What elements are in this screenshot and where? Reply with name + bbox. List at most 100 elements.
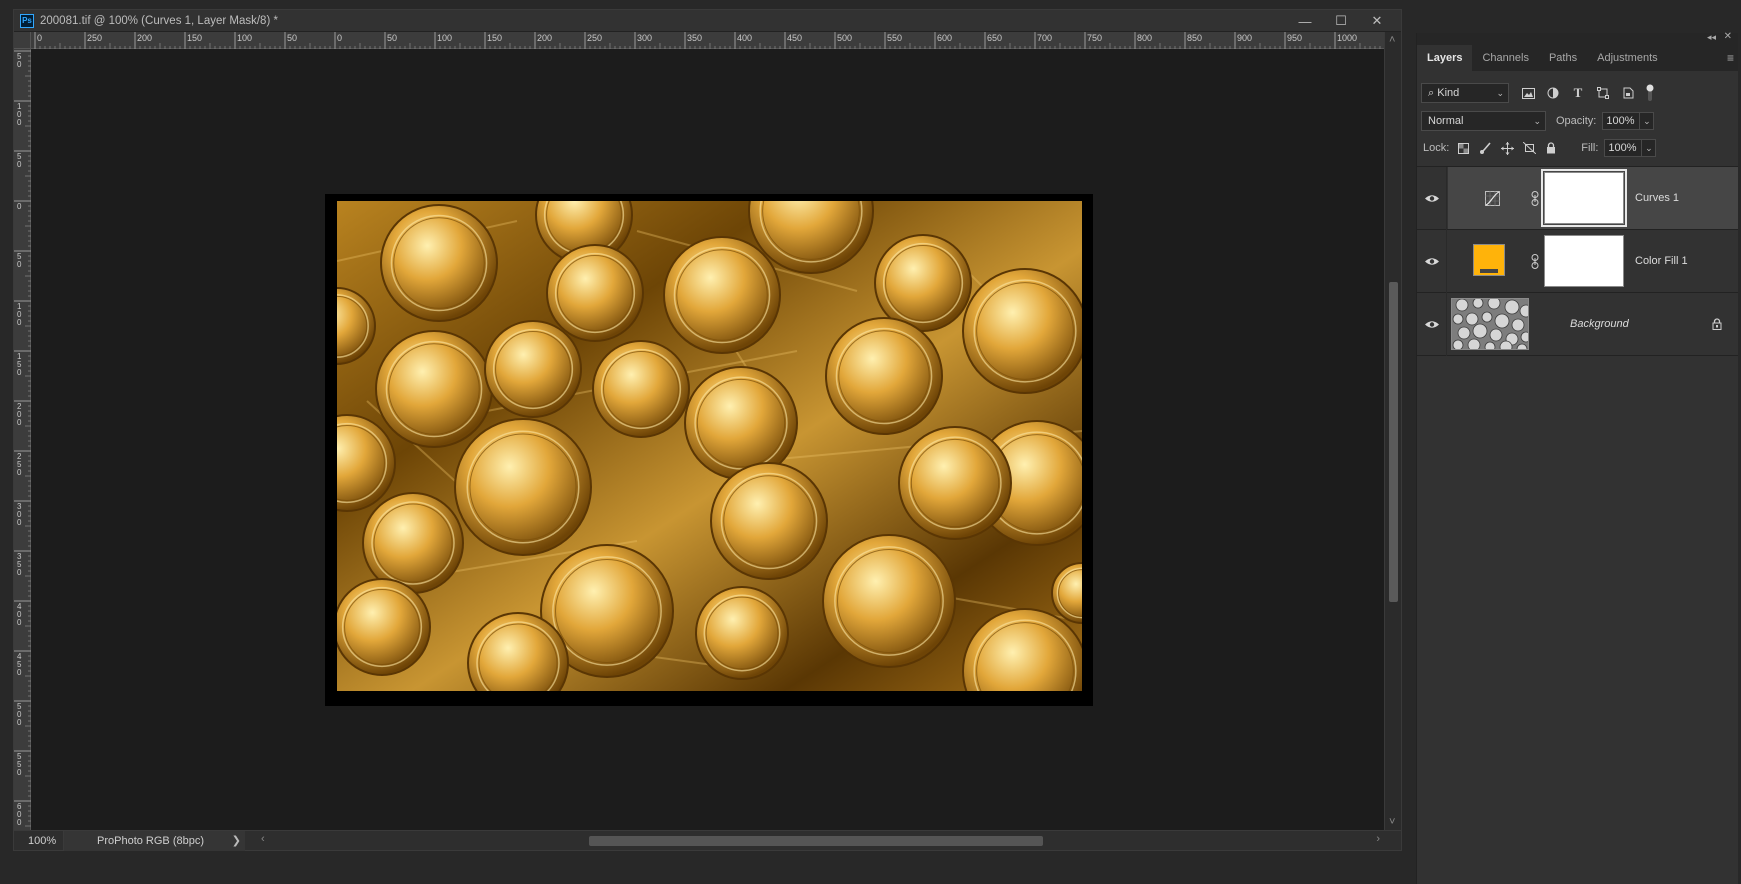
- color-fill-swatch[interactable]: [1473, 244, 1505, 276]
- document-titlebar[interactable]: Ps 200081.tif @ 100% (Curves 1, Layer Ma…: [14, 10, 1401, 32]
- coin: [962, 268, 1082, 394]
- link-chain-icon[interactable]: [1530, 188, 1540, 208]
- link-chain-icon[interactable]: [1530, 251, 1540, 271]
- thumb-coin: [1516, 343, 1528, 349]
- layer-filter-row: ⌕ Kind ⌄ T: [1417, 82, 1738, 104]
- layer-body[interactable]: Background: [1448, 293, 1738, 355]
- layer-name[interactable]: Color Fill 1: [1635, 230, 1688, 292]
- horizontal-ruler-ticks: 0 250 200 150 100 50 0 50 100 150 200 250 300 350 400 4…: [34, 32, 1381, 49]
- layer-row-curves-1[interactable]: Curves 1: [1417, 166, 1738, 230]
- fill-input[interactable]: 100%: [1604, 139, 1643, 157]
- layer-mask-thumbnail[interactable]: [1541, 169, 1627, 227]
- minimize-button[interactable]: —: [1287, 10, 1323, 32]
- tab-channels[interactable]: Channels: [1472, 45, 1538, 71]
- tab-paths[interactable]: Paths: [1539, 45, 1587, 71]
- ruler-tick-label: 600: [937, 33, 952, 43]
- layer-lock-icon[interactable]: [1710, 315, 1724, 333]
- layer-body[interactable]: Curves 1: [1448, 167, 1738, 229]
- panel-header-bar: ◂◂ ✕: [1417, 31, 1738, 45]
- ruler-tick-label: 950: [1287, 33, 1302, 43]
- ruler-tick-label: 250: [87, 33, 102, 43]
- ruler-tick-label: 700: [1037, 33, 1052, 43]
- color-profile-label: ProPhoto RGB (8bpc): [97, 834, 204, 847]
- coin: [822, 534, 956, 668]
- pixel-layer-filter-icon[interactable]: [1519, 84, 1537, 102]
- maximize-button[interactable]: ☐: [1323, 10, 1359, 32]
- lock-transparent-pixels-icon[interactable]: [1455, 140, 1471, 156]
- scroll-up-icon[interactable]: ˄: [1389, 34, 1395, 46]
- coin: [898, 426, 1012, 540]
- coin: [684, 366, 798, 480]
- panel-tabs: Layers Channels Paths Adjustments: [1417, 45, 1738, 71]
- horizontal-ruler[interactable]: 0 250 200 150 100 50 0 50 100 150 200 250 300 350 400 4…: [31, 32, 1384, 49]
- filter-kind-label: Kind: [1437, 87, 1460, 99]
- layer-row-background[interactable]: Background: [1417, 292, 1738, 356]
- document-canvas[interactable]: [325, 194, 1093, 706]
- lock-position-icon[interactable]: [1499, 140, 1515, 156]
- coin: [362, 492, 464, 594]
- zoom-level-field[interactable]: 100%: [14, 830, 64, 851]
- ruler-tick-label: 150: [487, 33, 502, 43]
- tab-adjustments[interactable]: Adjustments: [1587, 45, 1668, 71]
- panel-menu-icon[interactable]: ≡: [1727, 51, 1734, 65]
- ruler-tick-label: 750: [1087, 33, 1102, 43]
- document-profile[interactable]: ProPhoto RGB (8bpc) ❯: [64, 830, 245, 851]
- opacity-slider-toggle-icon[interactable]: ⌄: [1640, 112, 1655, 130]
- smart-object-filter-icon[interactable]: [1619, 84, 1637, 102]
- curves-adjustment-icon[interactable]: [1483, 189, 1501, 207]
- ruler-tick-label: 250: [587, 33, 602, 43]
- scroll-down-icon[interactable]: ˅: [1389, 816, 1395, 828]
- filter-toggle-icon[interactable]: [1641, 84, 1659, 102]
- ruler-tick-label: 450: [787, 33, 802, 43]
- thumb-coin: [1520, 331, 1528, 343]
- status-menu-arrow-icon[interactable]: ❯: [232, 831, 241, 851]
- coin: [337, 578, 431, 676]
- horizontal-scroll-thumb[interactable]: [589, 836, 1043, 846]
- filter-kind-dropdown[interactable]: ⌕ Kind ⌄: [1421, 83, 1509, 103]
- visibility-eye-icon[interactable]: [1417, 292, 1447, 356]
- layers-list: Curves 1 Color Fill 1 Background: [1417, 166, 1738, 356]
- opacity-input[interactable]: 100%: [1602, 112, 1641, 130]
- photoshop-icon: Ps: [20, 13, 34, 28]
- close-button[interactable]: ✕: [1359, 10, 1395, 32]
- collapse-panel-icon[interactable]: ◂◂: [1707, 32, 1716, 43]
- thumb-coin: [1519, 304, 1528, 318]
- visibility-eye-icon[interactable]: [1417, 166, 1447, 230]
- vertical-scroll-thumb[interactable]: [1389, 282, 1398, 602]
- blend-mode-dropdown[interactable]: Normal ⌄: [1421, 111, 1546, 131]
- background-layer-thumbnail[interactable]: [1451, 298, 1529, 350]
- layer-name[interactable]: Curves 1: [1635, 167, 1679, 229]
- layer-row-color-fill-1[interactable]: Color Fill 1: [1417, 229, 1738, 293]
- ruler-tick-label: 550: [17, 752, 22, 777]
- tab-layers[interactable]: Layers: [1417, 45, 1473, 71]
- scroll-right-icon[interactable]: ›: [1376, 833, 1380, 845]
- scroll-left-icon[interactable]: ‹: [261, 833, 265, 845]
- prevent-auto-nesting-icon[interactable]: [1521, 140, 1537, 156]
- canvas-area[interactable]: [31, 49, 1384, 830]
- coin: [380, 204, 498, 322]
- layer-name[interactable]: Background: [1570, 293, 1629, 355]
- lock-image-pixels-icon[interactable]: [1477, 140, 1493, 156]
- background-thumbnail-image: [1452, 299, 1528, 349]
- close-panel-icon[interactable]: ✕: [1724, 31, 1732, 42]
- horizontal-scrollbar[interactable]: ‹ ›: [259, 831, 1384, 850]
- ruler-tick-label: 500: [837, 33, 852, 43]
- vertical-ruler[interactable]: 5010050050100150200250300350400450500550…: [14, 49, 31, 832]
- thumb-coin: [1452, 313, 1464, 325]
- ruler-tick-label: 200: [137, 33, 152, 43]
- adjustment-layer-filter-icon[interactable]: [1544, 84, 1562, 102]
- visibility-eye-icon[interactable]: [1417, 229, 1447, 293]
- ruler-tick-label: 0: [17, 202, 22, 211]
- shape-layer-filter-icon[interactable]: [1594, 84, 1612, 102]
- vertical-scrollbar[interactable]: ˄ ˅: [1384, 32, 1401, 830]
- ruler-origin[interactable]: [14, 32, 31, 49]
- chevron-down-icon: ⌄: [1533, 116, 1541, 126]
- layer-mask-thumbnail[interactable]: [1544, 235, 1624, 287]
- type-layer-filter-icon[interactable]: T: [1569, 84, 1587, 102]
- layer-body[interactable]: Color Fill 1: [1448, 230, 1738, 292]
- coin: [663, 236, 781, 354]
- fill-slider-toggle-icon[interactable]: ⌄: [1642, 139, 1657, 157]
- lock-all-icon[interactable]: [1543, 140, 1559, 156]
- ruler-tick-label: 850: [1187, 33, 1202, 43]
- thumb-coin: [1494, 313, 1510, 329]
